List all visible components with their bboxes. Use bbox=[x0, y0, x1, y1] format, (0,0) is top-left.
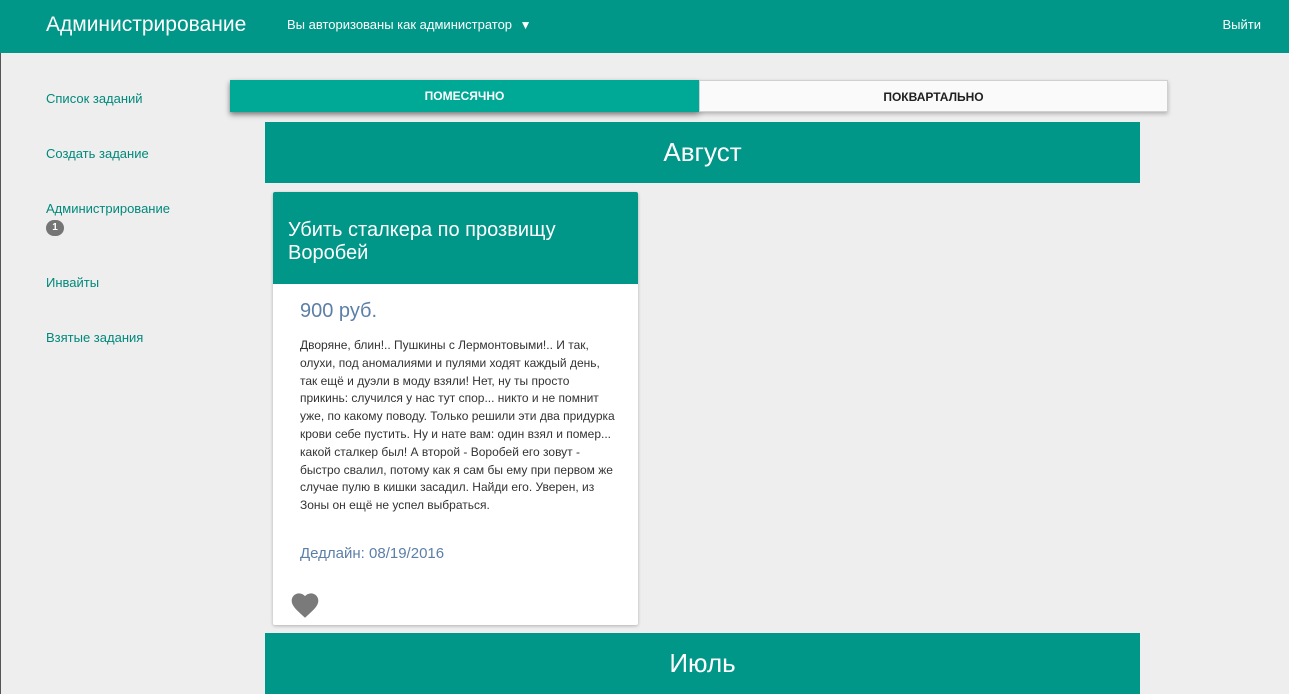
window-edge bbox=[0, 53, 1, 694]
task-description: Дворяне, блин!.. Пушкины с Лермонтовыми!… bbox=[300, 338, 615, 513]
task-title: Убить сталкера по прозвищу Воробей bbox=[288, 219, 556, 264]
period-tabs: ПОМЕСЯЧНО ПОКВАРТАЛЬНО bbox=[230, 80, 1168, 112]
sidebar-item-taken-tasks[interactable]: Взятые задания bbox=[46, 330, 143, 345]
task-card-header: Убить сталкера по прозвищу Воробей bbox=[273, 192, 638, 284]
sidebar-item-task-list[interactable]: Список заданий bbox=[46, 91, 143, 106]
caret-down-icon: ▼ bbox=[519, 18, 532, 32]
user-menu-dropdown[interactable]: Вы авторизованы как администратор ▼ bbox=[287, 17, 532, 32]
tab-monthly[interactable]: ПОМЕСЯЧНО bbox=[230, 80, 699, 112]
task-card: Убить сталкера по прозвищу Воробей 900 р… bbox=[273, 192, 638, 625]
task-price: 900 руб. bbox=[300, 300, 378, 322]
heart-icon[interactable] bbox=[289, 589, 321, 619]
month-header-august: Август bbox=[265, 122, 1140, 183]
user-menu-label: Вы авторизованы как администратор bbox=[287, 17, 513, 32]
sidebar-item-create-task[interactable]: Создать задание bbox=[46, 146, 149, 161]
brand-title[interactable]: Администрирование bbox=[46, 13, 246, 37]
task-deadline: Дедлайн: 08/19/2016 bbox=[300, 545, 445, 562]
sidebar-item-administration[interactable]: Администрирование bbox=[46, 201, 170, 216]
logout-link[interactable]: Выйти bbox=[1223, 17, 1262, 32]
top-navbar: Администрирование Вы авторизованы как ад… bbox=[0, 0, 1289, 53]
tab-quarterly[interactable]: ПОКВАРТАЛЬНО bbox=[699, 80, 1168, 112]
month-header-july: Июль bbox=[265, 633, 1140, 694]
notification-badge: 1 bbox=[46, 220, 64, 236]
sidebar-item-invites[interactable]: Инвайты bbox=[46, 275, 99, 290]
